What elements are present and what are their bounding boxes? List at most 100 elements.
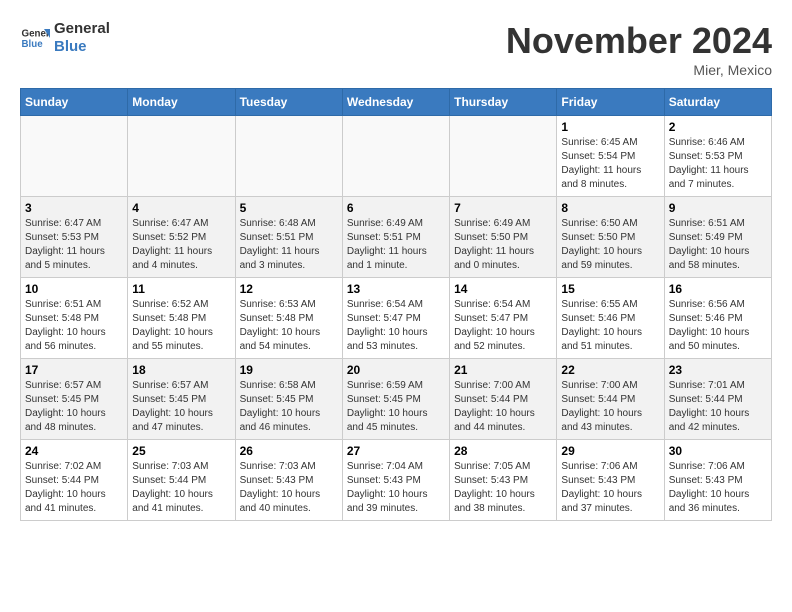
title-area: November 2024 Mier, Mexico (506, 20, 772, 78)
calendar-cell (235, 116, 342, 197)
day-number: 5 (240, 201, 338, 215)
calendar-cell: 29Sunrise: 7:06 AM Sunset: 5:43 PM Dayli… (557, 440, 664, 521)
day-info: Sunrise: 6:47 AM Sunset: 5:52 PM Dayligh… (132, 217, 230, 273)
day-info: Sunrise: 7:00 AM Sunset: 5:44 PM Dayligh… (454, 379, 552, 435)
calendar-cell: 26 Sunrise: 7:03 AM Sunset: 5:43 PM Dayli… (235, 440, 342, 521)
day-info: Sunrise: 6:55 AM Sunset: 5:46 PM Dayligh… (561, 298, 659, 354)
day-number: 26 (240, 444, 338, 458)
calendar-cell: 30 Sunrise: 7:06 AM Sunset: 5:43 PM Dayli… (664, 440, 771, 521)
day-number: 7 (454, 201, 552, 215)
day-number: 17 (25, 363, 123, 377)
day-number: 3 (25, 201, 123, 215)
calendar-cell: 13 Sunrise: 6:54 AM Sunset: 5:47 PM Dayli… (342, 278, 449, 359)
calendar-cell: 18Sunrise: 6:57 AM Sunset: 5:45 PM Dayli… (128, 359, 235, 440)
day-number: 20 (347, 363, 445, 377)
day-info: Sunrise: 7:00 AM Sunset: 5:44 PM Dayligh… (561, 379, 659, 435)
day-info: Sunrise: 7:03 AM Sunset: 5:44 PM Dayligh… (132, 460, 230, 516)
day-number: 13 (347, 282, 445, 296)
calendar-cell: 17Sunrise: 6:57 AM Sunset: 5:45 PM Dayli… (21, 359, 128, 440)
day-number: 18 (132, 363, 230, 377)
day-info: Sunrise: 7:06 AM Sunset: 5:43 PM Dayligh… (669, 460, 767, 516)
day-info: Sunrise: 6:56 AM Sunset: 5:46 PM Dayligh… (669, 298, 767, 354)
day-info: Sunrise: 6:46 AM Sunset: 5:53 PM Dayligh… (669, 136, 767, 192)
calendar-cell: 7 Sunrise: 6:49 AM Sunset: 5:50 PM Daylig… (450, 197, 557, 278)
calendar-cell: 1 Sunrise: 6:45 AM Sunset: 5:54 PM Daylig… (557, 116, 664, 197)
day-header-tuesday: Tuesday (235, 89, 342, 116)
day-info: Sunrise: 6:59 AM Sunset: 5:45 PM Dayligh… (347, 379, 445, 435)
calendar-cell: 22 Sunrise: 7:00 AM Sunset: 5:44 PM Dayli… (557, 359, 664, 440)
location-subtitle: Mier, Mexico (506, 62, 772, 78)
day-number: 6 (347, 201, 445, 215)
day-info: Sunrise: 7:04 AM Sunset: 5:43 PM Dayligh… (347, 460, 445, 516)
day-number: 28 (454, 444, 552, 458)
day-number: 23 (669, 363, 767, 377)
day-number: 16 (669, 282, 767, 296)
calendar-cell (450, 116, 557, 197)
day-info: Sunrise: 6:45 AM Sunset: 5:54 PM Dayligh… (561, 136, 659, 192)
day-info: Sunrise: 6:58 AM Sunset: 5:45 PM Dayligh… (240, 379, 338, 435)
day-header-monday: Monday (128, 89, 235, 116)
day-number: 1 (561, 120, 659, 134)
calendar-cell: 28 Sunrise: 7:05 AM Sunset: 5:43 PM Dayli… (450, 440, 557, 521)
day-number: 19 (240, 363, 338, 377)
day-number: 9 (669, 201, 767, 215)
calendar-cell: 19 Sunrise: 6:58 AM Sunset: 5:45 PM Dayli… (235, 359, 342, 440)
header: General Blue General Blue November 2024 … (20, 20, 772, 78)
day-info: Sunrise: 6:49 AM Sunset: 5:51 PM Dayligh… (347, 217, 445, 273)
day-number: 22 (561, 363, 659, 377)
calendar-cell: 27 Sunrise: 7:04 AM Sunset: 5:43 PM Dayli… (342, 440, 449, 521)
calendar-table: SundayMondayTuesdayWednesdayThursdayFrid… (20, 88, 772, 521)
day-header-saturday: Saturday (664, 89, 771, 116)
day-number: 2 (669, 120, 767, 134)
day-number: 8 (561, 201, 659, 215)
calendar-week-row: 17Sunrise: 6:57 AM Sunset: 5:45 PM Dayli… (21, 359, 772, 440)
calendar-week-row: 10Sunrise: 6:51 AM Sunset: 5:48 PM Dayli… (21, 278, 772, 359)
logo-icon: General Blue (20, 23, 50, 53)
day-info: Sunrise: 6:51 AM Sunset: 5:49 PM Dayligh… (669, 217, 767, 273)
logo: General Blue General Blue (20, 20, 110, 56)
day-number: 12 (240, 282, 338, 296)
day-number: 15 (561, 282, 659, 296)
day-info: Sunrise: 7:03 AM Sunset: 5:43 PM Dayligh… (240, 460, 338, 516)
calendar-cell: 23 Sunrise: 7:01 AM Sunset: 5:44 PM Dayli… (664, 359, 771, 440)
day-info: Sunrise: 6:52 AM Sunset: 5:48 PM Dayligh… (132, 298, 230, 354)
calendar-cell (21, 116, 128, 197)
day-number: 21 (454, 363, 552, 377)
logo-line1: General (54, 20, 110, 38)
calendar-cell: 12Sunrise: 6:53 AM Sunset: 5:48 PM Dayli… (235, 278, 342, 359)
day-header-friday: Friday (557, 89, 664, 116)
day-number: 11 (132, 282, 230, 296)
calendar-cell (342, 116, 449, 197)
day-info: Sunrise: 7:05 AM Sunset: 5:43 PM Dayligh… (454, 460, 552, 516)
day-info: Sunrise: 6:51 AM Sunset: 5:48 PM Dayligh… (25, 298, 123, 354)
day-info: Sunrise: 6:47 AM Sunset: 5:53 PM Dayligh… (25, 217, 123, 273)
day-info: Sunrise: 6:50 AM Sunset: 5:50 PM Dayligh… (561, 217, 659, 273)
calendar-header-row: SundayMondayTuesdayWednesdayThursdayFrid… (21, 89, 772, 116)
svg-text:Blue: Blue (22, 39, 44, 50)
day-header-wednesday: Wednesday (342, 89, 449, 116)
calendar-cell (128, 116, 235, 197)
calendar-cell: 10Sunrise: 6:51 AM Sunset: 5:48 PM Dayli… (21, 278, 128, 359)
logo-line2: Blue (54, 38, 110, 56)
day-number: 30 (669, 444, 767, 458)
calendar-cell: 11 Sunrise: 6:52 AM Sunset: 5:48 PM Dayli… (128, 278, 235, 359)
day-number: 25 (132, 444, 230, 458)
day-info: Sunrise: 7:01 AM Sunset: 5:44 PM Dayligh… (669, 379, 767, 435)
calendar-cell: 20 Sunrise: 6:59 AM Sunset: 5:45 PM Dayli… (342, 359, 449, 440)
calendar-cell: 15 Sunrise: 6:55 AM Sunset: 5:46 PM Dayli… (557, 278, 664, 359)
calendar-cell: 6 Sunrise: 6:49 AM Sunset: 5:51 PM Daylig… (342, 197, 449, 278)
day-info: Sunrise: 6:49 AM Sunset: 5:50 PM Dayligh… (454, 217, 552, 273)
day-number: 14 (454, 282, 552, 296)
day-number: 27 (347, 444, 445, 458)
day-number: 4 (132, 201, 230, 215)
day-info: Sunrise: 7:06 AM Sunset: 5:43 PM Dayligh… (561, 460, 659, 516)
calendar-cell: 8 Sunrise: 6:50 AM Sunset: 5:50 PM Daylig… (557, 197, 664, 278)
calendar-week-row: 1 Sunrise: 6:45 AM Sunset: 5:54 PM Daylig… (21, 116, 772, 197)
calendar-cell: 5 Sunrise: 6:48 AM Sunset: 5:51 PM Daylig… (235, 197, 342, 278)
day-info: Sunrise: 6:48 AM Sunset: 5:51 PM Dayligh… (240, 217, 338, 273)
day-header-sunday: Sunday (21, 89, 128, 116)
calendar-cell: 16 Sunrise: 6:56 AM Sunset: 5:46 PM Dayli… (664, 278, 771, 359)
day-info: Sunrise: 6:54 AM Sunset: 5:47 PM Dayligh… (347, 298, 445, 354)
calendar-cell: 4 Sunrise: 6:47 AM Sunset: 5:52 PM Daylig… (128, 197, 235, 278)
calendar-cell: 3 Sunrise: 6:47 AM Sunset: 5:53 PM Daylig… (21, 197, 128, 278)
